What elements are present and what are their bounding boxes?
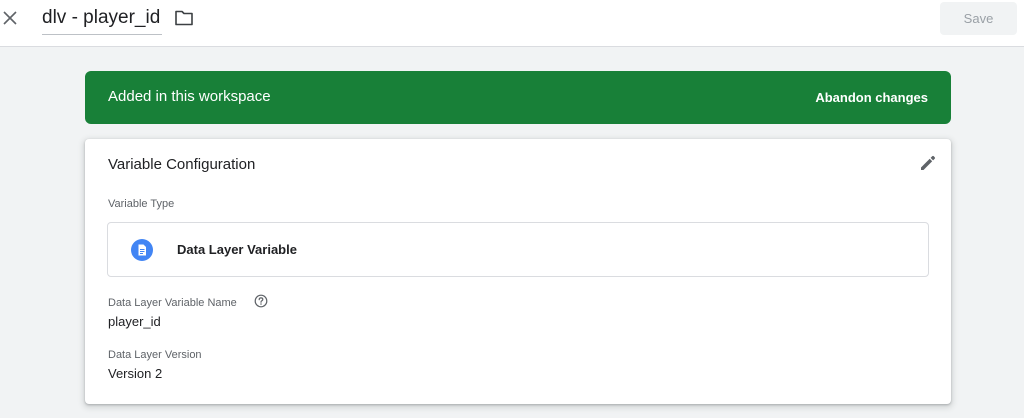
variable-type-selector[interactable]: Data Layer Variable — [107, 222, 929, 277]
variable-type-label: Variable Type — [108, 198, 175, 210]
variable-type-name: Data Layer Variable — [177, 242, 297, 257]
folder-icon — [175, 10, 193, 26]
folder-button[interactable] — [174, 9, 194, 27]
help-circle-icon[interactable] — [254, 294, 268, 308]
pencil-icon — [921, 155, 936, 170]
variable-name-title[interactable]: dlv - player_id — [42, 5, 163, 35]
variable-configuration-card[interactable]: Variable Configuration Variable Type Dat… — [85, 139, 951, 404]
document-icon — [131, 239, 153, 261]
top-bar: dlv - player_id Save — [0, 0, 1024, 47]
variable-name-label: Data Layer Variable Name — [108, 297, 237, 309]
variable-name-value: player_id — [108, 314, 161, 329]
edit-button[interactable] — [918, 153, 938, 173]
card-title: Variable Configuration — [108, 156, 256, 173]
data-layer-version-label: Data Layer Version — [108, 349, 202, 361]
abandon-changes-button[interactable]: Abandon changes — [815, 90, 928, 105]
data-layer-version-value: Version 2 — [108, 366, 163, 381]
banner-message: Added in this workspace — [108, 88, 271, 105]
save-button[interactable]: Save — [940, 2, 1017, 35]
close-icon — [3, 11, 17, 25]
close-button[interactable] — [0, 8, 20, 28]
workspace-status-banner: Added in this workspace Abandon changes — [85, 71, 951, 124]
